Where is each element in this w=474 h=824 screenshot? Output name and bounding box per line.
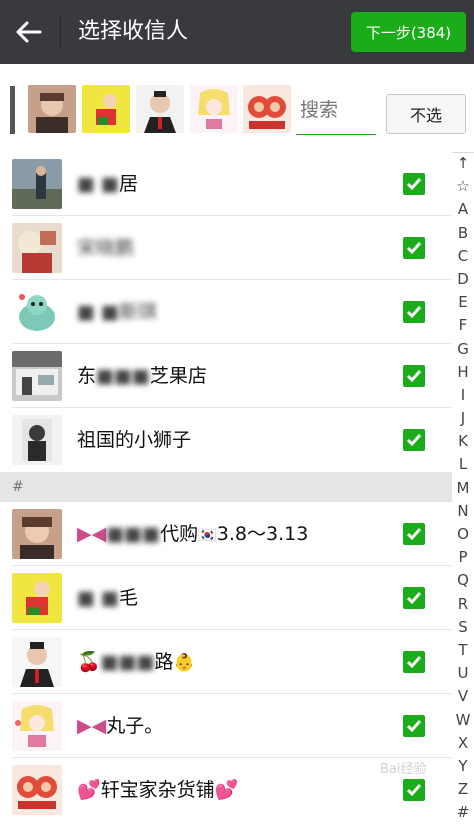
contact-avatar <box>12 159 62 209</box>
alphabet-index[interactable]: ↑ ☆ A B C D E F G H I J K L M N O P Q R S T U V W X Y Z # <box>452 152 474 821</box>
index-letter[interactable]: T <box>452 639 474 662</box>
contact-row[interactable]: 祖国的小狮子 <box>0 408 452 472</box>
checkmark-icon <box>406 434 422 447</box>
contact-avatar <box>12 765 62 815</box>
checked-checkbox[interactable] <box>403 587 425 609</box>
checked-checkbox[interactable] <box>403 429 425 451</box>
index-letter[interactable]: O <box>452 523 474 546</box>
back-arrow-icon <box>16 21 42 43</box>
contact-name: 🍒■■■路👶 <box>77 651 195 673</box>
selected-avatar-1[interactable] <box>28 85 76 133</box>
index-letter[interactable]: C <box>452 245 474 268</box>
index-letter[interactable]: U <box>452 662 474 685</box>
selected-contacts-bar: 不选 <box>0 64 474 153</box>
section-header: # <box>0 472 452 502</box>
selected-avatar-5[interactable] <box>243 85 291 133</box>
checked-checkbox[interactable] <box>403 715 425 737</box>
contact-name: ■ ■居 <box>77 173 138 195</box>
next-step-button[interactable]: 下一步(384) <box>351 12 466 52</box>
checked-checkbox[interactable] <box>403 651 425 673</box>
contact-row[interactable]: ■ ■斯琪 <box>0 280 452 344</box>
contact-row[interactable]: 东■■■芝果店 <box>0 344 452 408</box>
page-title: 选择收信人 <box>78 19 189 44</box>
contact-name: 💕轩宝家杂货铺💕 <box>77 779 239 801</box>
index-letter[interactable]: ☆ <box>452 175 474 198</box>
index-letter[interactable]: J <box>452 407 474 430</box>
search-underline <box>296 134 376 135</box>
title-divider <box>60 16 61 48</box>
checkmark-icon <box>406 306 422 319</box>
index-letter[interactable]: B <box>452 222 474 245</box>
contact-avatar <box>12 573 62 623</box>
contact-avatar <box>12 637 62 687</box>
checked-checkbox[interactable] <box>403 365 425 387</box>
selected-avatar-4[interactable] <box>190 85 238 133</box>
selected-avatar-2[interactable] <box>82 85 130 133</box>
index-letter[interactable]: ↑ <box>452 152 474 175</box>
contact-row[interactable]: 🍒■■■路👶 <box>0 630 452 694</box>
checkmark-icon <box>406 720 422 733</box>
index-letter[interactable]: N <box>452 500 474 523</box>
back-button[interactable] <box>10 12 48 52</box>
checked-checkbox[interactable] <box>403 301 425 323</box>
contact-name: ▶◀■■■代购🇰🇷3.8～3.13 <box>77 523 309 545</box>
selected-avatar-3[interactable] <box>136 85 184 133</box>
section-header-label: # <box>12 479 24 495</box>
index-letter[interactable]: R <box>452 593 474 616</box>
checked-checkbox[interactable] <box>403 173 425 195</box>
contact-row[interactable]: ■ ■居 <box>0 152 452 216</box>
contact-row[interactable]: ■ ■毛 <box>0 566 452 630</box>
contact-avatar <box>12 287 62 337</box>
contact-name: 祖国的小狮子 <box>77 429 192 451</box>
index-letter[interactable]: K <box>452 430 474 453</box>
contact-name: 东■■■芝果店 <box>77 365 207 387</box>
index-letter[interactable]: L <box>452 453 474 476</box>
index-letter[interactable]: I <box>452 384 474 407</box>
checkmark-icon <box>406 528 422 541</box>
contact-name: ■ ■斯琪 <box>77 301 157 323</box>
checkmark-icon <box>406 370 422 383</box>
index-letter[interactable]: X <box>452 732 474 755</box>
selected-strip-edge <box>10 86 15 134</box>
checkmark-icon <box>406 592 422 605</box>
index-letter[interactable]: F <box>452 314 474 337</box>
search-input[interactable] <box>298 92 378 128</box>
contact-name: ■ ■毛 <box>77 587 138 609</box>
index-letter[interactable]: H <box>452 361 474 384</box>
contact-name: 宋晓鹏 <box>77 237 135 259</box>
index-letter[interactable]: E <box>452 291 474 314</box>
index-letter[interactable]: D <box>452 268 474 291</box>
contact-row[interactable]: ▶◀丸子。 <box>0 694 452 758</box>
checkmark-icon <box>406 178 422 191</box>
contact-avatar <box>12 509 62 559</box>
contact-avatar <box>12 223 62 273</box>
index-letter[interactable]: A <box>452 198 474 221</box>
index-letter[interactable]: M <box>452 477 474 500</box>
index-letter[interactable]: S <box>452 616 474 639</box>
contact-avatar <box>12 351 62 401</box>
deselect-all-button[interactable]: 不选 <box>386 94 466 134</box>
contact-row[interactable]: ▶◀■■■代购🇰🇷3.8～3.13 <box>0 502 452 566</box>
contact-avatar <box>12 415 62 465</box>
contact-name: ▶◀丸子。 <box>77 715 164 737</box>
index-letter[interactable]: V <box>452 685 474 708</box>
checked-checkbox[interactable] <box>403 523 425 545</box>
title-bar: 选择收信人 下一步(384) <box>0 0 474 64</box>
index-letter[interactable]: G <box>452 338 474 361</box>
index-letter[interactable]: Q <box>452 569 474 592</box>
index-letter[interactable]: W <box>452 709 474 732</box>
checked-checkbox[interactable] <box>403 237 425 259</box>
checkmark-icon <box>406 242 422 255</box>
watermark: Bai经验 <box>380 762 427 777</box>
checkmark-icon <box>406 656 422 669</box>
contact-row[interactable]: 宋晓鹏 <box>0 216 452 280</box>
index-letter[interactable]: P <box>452 546 474 569</box>
contact-avatar <box>12 701 62 751</box>
